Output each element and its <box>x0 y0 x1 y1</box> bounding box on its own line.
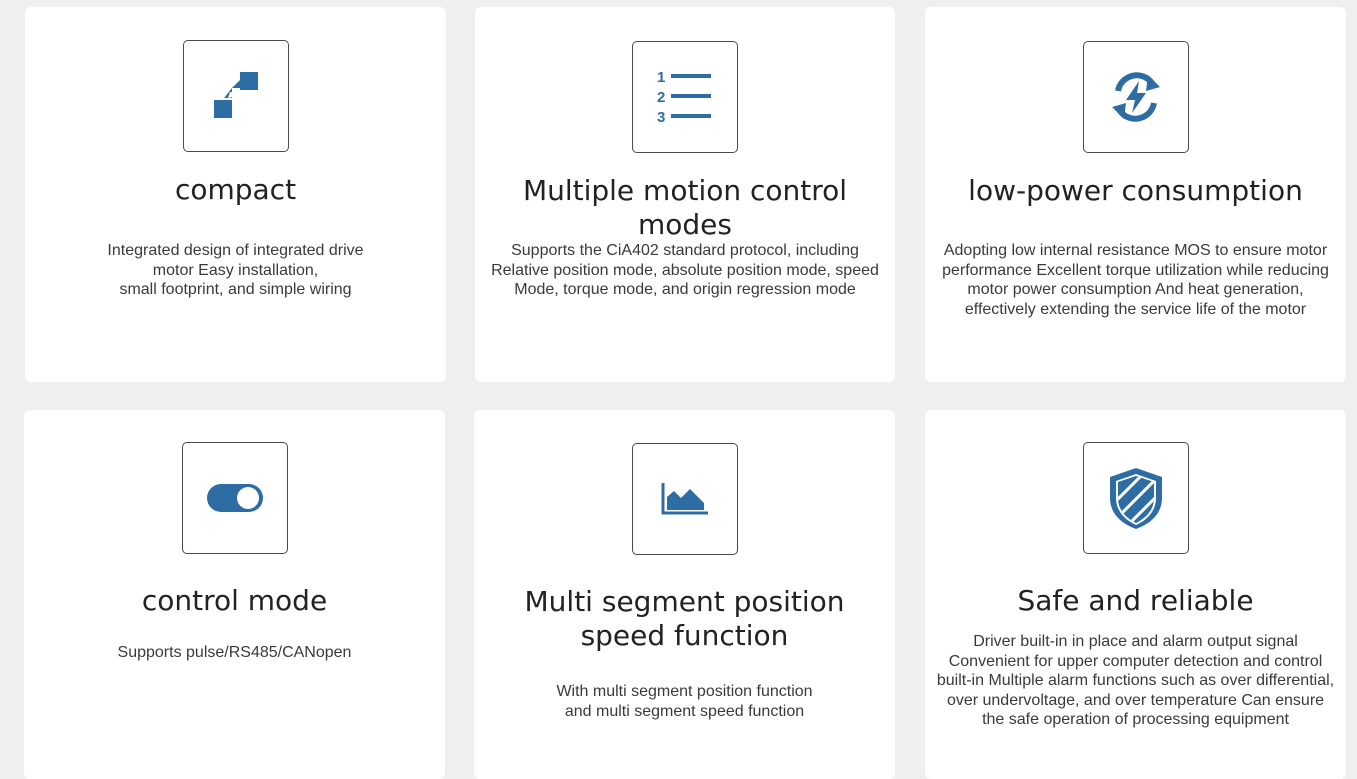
feature-title: Multiple motion control modes <box>522 174 848 241</box>
feature-card-compact: compact Integrated design of integrated … <box>25 7 446 382</box>
svg-text:2: 2 <box>657 89 665 106</box>
feature-description: Supports the CiA402 standard protocol, i… <box>491 242 879 298</box>
feature-card-safe-reliable: Safe and reliable Driver built-in in pla… <box>925 410 1346 779</box>
area-chart-icon <box>631 443 738 555</box>
toggle-switch-icon <box>181 442 288 554</box>
feature-title: control mode <box>141 584 328 617</box>
feature-description: Adopting low internal resistance MOS to … <box>942 242 1329 318</box>
feature-card-low-power: low-power consumption Adopting low inter… <box>925 7 1346 382</box>
feature-description: Supports pulse/RS485/CANopen <box>117 644 352 661</box>
feature-card-multi-segment: Multi segment position speed function Wi… <box>474 410 895 779</box>
feature-title: Safe and reliable <box>1017 584 1254 617</box>
feature-title: compact <box>174 173 297 206</box>
numbered-list-icon: 1 2 3 <box>632 41 738 153</box>
feature-title: low-power consumption <box>968 174 1303 207</box>
feature-card-control-mode: control mode Supports pulse/RS485/CANope… <box>24 410 445 779</box>
feature-description: Driver built-in in place and alarm outpu… <box>936 633 1335 728</box>
svg-text:1: 1 <box>657 69 665 86</box>
feature-card-motion-modes: 1 2 3 Multiple motion control modes Supp… <box>475 7 895 382</box>
power-cycle-icon <box>1082 41 1189 153</box>
shield-icon <box>1082 442 1189 554</box>
feature-description: Integrated design of integrated drive mo… <box>107 242 364 298</box>
svg-text:3: 3 <box>657 109 665 126</box>
compact-arrows-icon <box>182 40 289 152</box>
feature-description: With multi segment position function and… <box>556 683 813 720</box>
feature-title: Multi segment position speed function <box>524 585 845 652</box>
